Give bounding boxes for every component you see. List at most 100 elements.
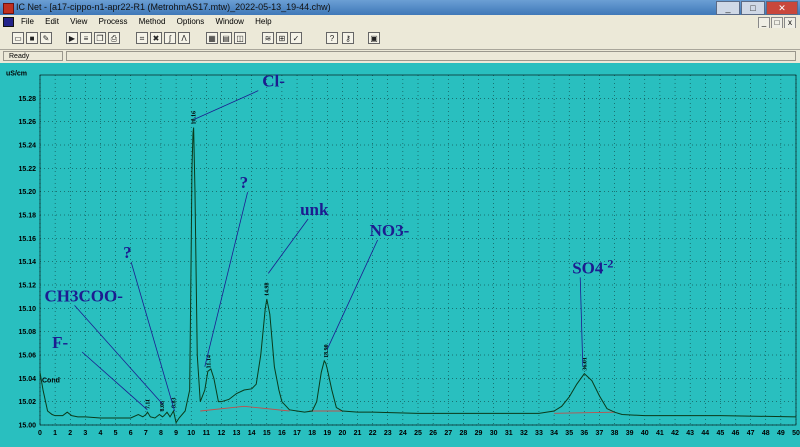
- document-icon[interactable]: [3, 17, 14, 27]
- retention-time-label: 7.11: [146, 399, 152, 409]
- menu-edit[interactable]: Edit: [45, 15, 59, 28]
- x-tick-label: 41: [656, 430, 664, 437]
- x-tick-label: 21: [354, 430, 362, 437]
- y-tick-label: 15.00: [18, 423, 36, 430]
- open-folder-icon[interactable]: ▭: [12, 32, 24, 44]
- x-tick-label: 28: [459, 430, 467, 437]
- x-tick-label: 9: [174, 430, 178, 437]
- x-tick-label: 44: [701, 430, 709, 437]
- x-tick-label: 19: [323, 430, 331, 437]
- x-tick-label: 37: [596, 430, 604, 437]
- x-tick-label: 27: [444, 430, 452, 437]
- title-bar: IC Net - [a17-cippo-n1-apr22-R1 (Metrohm…: [0, 0, 800, 15]
- x-tick-label: 13: [233, 430, 241, 437]
- x-tick-label: 49: [777, 430, 785, 437]
- x-tick-label: 0: [38, 430, 42, 437]
- menu-view[interactable]: View: [70, 15, 87, 28]
- y-tick-label: 15.26: [18, 119, 36, 126]
- window-split-icon[interactable]: ◫: [234, 32, 246, 44]
- x-tick-label: 25: [414, 430, 422, 437]
- x-tick-label: 34: [550, 430, 558, 437]
- peak-icon[interactable]: Λ: [178, 32, 190, 44]
- peak-annotation: ?: [123, 243, 132, 262]
- chromatogram-panel[interactable]: 15.28 15.26 15.24 15.22 15.20 15.18 15.16 15.14…: [0, 63, 800, 447]
- x-tick-label: 12: [218, 430, 226, 437]
- x-tick-label: 39: [626, 430, 634, 437]
- peak-annotation: unk: [300, 200, 329, 219]
- check-icon[interactable]: ✓: [290, 32, 302, 44]
- overlay-icon[interactable]: ≋: [262, 32, 274, 44]
- x-tick-label: 17: [293, 430, 301, 437]
- window-cascade-icon[interactable]: ▤: [220, 32, 232, 44]
- x-tick-label: 2: [68, 430, 72, 437]
- y-axis-label: uS/cm: [6, 71, 27, 78]
- x-tick-label: 4: [99, 430, 103, 437]
- y-tick-label: 15.14: [18, 259, 36, 266]
- peak-annotation: CH3COO-: [45, 286, 124, 305]
- y-tick-label: 15.04: [18, 376, 36, 383]
- menu-process[interactable]: Process: [99, 15, 128, 28]
- report-icon[interactable]: ≡: [80, 32, 92, 44]
- key-icon[interactable]: ⚷: [342, 32, 354, 44]
- x-tick-label: 35: [565, 430, 573, 437]
- x-tick-label: 48: [762, 430, 770, 437]
- status-text: Ready: [3, 51, 63, 61]
- app-icon: [3, 3, 14, 14]
- print-icon[interactable]: ⎙: [108, 32, 120, 44]
- x-tick-label: 1: [53, 430, 57, 437]
- help-icon[interactable]: ?: [326, 32, 338, 44]
- y-tick-label: 15.24: [18, 143, 36, 150]
- retention-time-label: 14.98: [264, 283, 270, 297]
- retention-time-label: 36.01: [582, 357, 588, 371]
- maximize-button[interactable]: □: [741, 1, 765, 15]
- y-tick-label: 15.02: [18, 399, 36, 406]
- y-tick-label: 15.08: [18, 329, 36, 336]
- x-tick-label: 47: [747, 430, 755, 437]
- x-tick-label: 20: [339, 430, 347, 437]
- x-tick-label: 45: [717, 430, 725, 437]
- x-tick-label: 3: [83, 430, 87, 437]
- x-tick-label: 43: [686, 430, 694, 437]
- x-tick-label: 14: [248, 430, 256, 437]
- chromatogram-chart[interactable]: 15.28 15.26 15.24 15.22 15.20 15.18 15.16 15.14…: [0, 63, 800, 447]
- peak-annotation: ?: [240, 173, 249, 192]
- x-tick-label: 24: [399, 430, 407, 437]
- peak-annotation: F-: [52, 333, 68, 352]
- x-tick-label: 8: [159, 430, 163, 437]
- x-tick-label: 5: [114, 430, 118, 437]
- run-icon[interactable]: ▶: [66, 32, 78, 44]
- status-bar: Ready: [0, 50, 800, 63]
- y-tick-label: 15.22: [18, 166, 36, 173]
- minimize-button[interactable]: _: [716, 1, 740, 15]
- close-button[interactable]: ✕: [766, 1, 798, 15]
- x-tick-label: 7: [144, 430, 148, 437]
- menu-options[interactable]: Options: [177, 15, 205, 28]
- save-icon[interactable]: ■: [26, 32, 38, 44]
- peak-annotation: NO3-: [370, 221, 410, 240]
- x-tick-label: 36: [580, 430, 588, 437]
- peak-annotation: Cl-: [262, 72, 285, 91]
- integrate-icon[interactable]: ∫: [164, 32, 176, 44]
- y-tick-label: 15.28: [18, 96, 36, 103]
- window-tile-icon[interactable]: ▦: [206, 32, 218, 44]
- toolbar: ▭ ■ ✎ ▶ ≡ ❐ ⎙ ⌗ ✖ ∫ Λ ▦ ▤ ◫ ≋ ⊞ ✓? ⚷ ▣: [0, 28, 800, 50]
- window-title: IC Net - [a17-cippo-n1-apr22-R1 (Metrohm…: [16, 2, 331, 12]
- status-panel: [66, 51, 796, 61]
- menu-items: File Edit View Process Method Options Wi…: [21, 15, 281, 28]
- x-tick-label: 31: [505, 430, 513, 437]
- menu-window[interactable]: Window: [215, 15, 243, 28]
- y-tick-label: 15.16: [18, 236, 36, 243]
- calibration-icon[interactable]: ⌗: [136, 32, 148, 44]
- monitor-icon[interactable]: ▣: [368, 32, 380, 44]
- x-tick-label: 11: [203, 430, 211, 437]
- x-tick-label: 16: [278, 430, 286, 437]
- menu-help[interactable]: Help: [255, 15, 271, 28]
- x-tick-label: 38: [611, 430, 619, 437]
- menu-file[interactable]: File: [21, 15, 34, 28]
- annotation-superscript: -2: [603, 256, 613, 270]
- stop-icon[interactable]: ✖: [150, 32, 162, 44]
- zoom-icon[interactable]: ⊞: [276, 32, 288, 44]
- edit-icon[interactable]: ✎: [40, 32, 52, 44]
- copy-icon[interactable]: ❐: [94, 32, 106, 44]
- menu-method[interactable]: Method: [139, 15, 166, 28]
